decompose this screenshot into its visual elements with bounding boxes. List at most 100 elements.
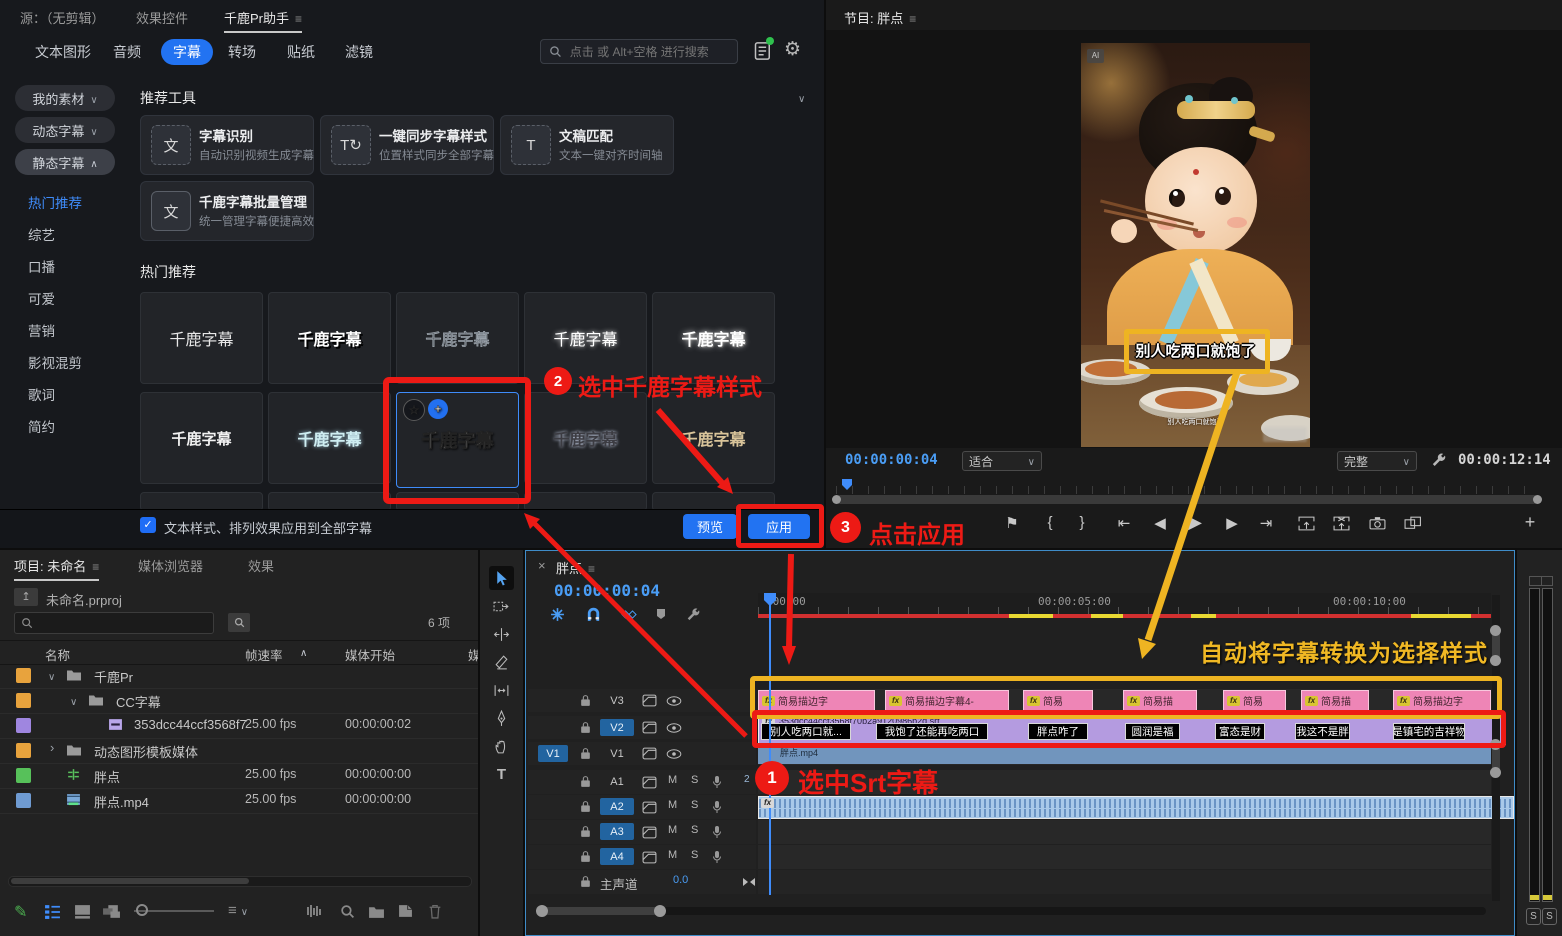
v-handle-2[interactable] — [1490, 655, 1501, 666]
solo-toggle[interactable]: S — [691, 799, 698, 811]
tab-media-browser[interactable]: 媒体浏览器 — [138, 556, 203, 575]
track-header-a1[interactable]: A1 M S 2 — [528, 770, 756, 794]
style-clip[interactable]: fx简易描边字 — [758, 690, 875, 711]
comparison-view-icon[interactable] — [1404, 516, 1422, 530]
tool-card-script-match[interactable]: T 文稿匹配 文本一键对齐时间轴 — [500, 115, 674, 175]
snap-magnet-icon[interactable] — [586, 607, 601, 622]
style-card[interactable]: 千鹿字幕 — [140, 392, 263, 484]
tab-plugin[interactable]: 千鹿Pr助手 — [224, 8, 302, 33]
button-editor-plus-icon[interactable]: + — [1516, 512, 1544, 533]
icon-view-icon[interactable] — [74, 904, 91, 919]
sync-lock-icon[interactable] — [642, 801, 657, 814]
plugin-tab-audio[interactable]: 音频 — [113, 42, 141, 62]
subtitle-segment[interactable]: 圆润是福 — [1125, 723, 1180, 740]
subtitle-segment[interactable]: 我这不是胖 — [1295, 723, 1350, 740]
preview-button[interactable]: 预览 — [683, 514, 737, 539]
type-tool-icon[interactable]: T — [489, 762, 514, 786]
slip-tool-icon[interactable] — [489, 678, 514, 702]
tab-project[interactable]: 项目: 未命名 — [14, 556, 99, 581]
plugin-tab-filters[interactable]: 滤镜 — [345, 42, 373, 62]
favorite-star-icon[interactable]: ☆ — [403, 399, 425, 421]
style-card[interactable]: 千鹿字幕 — [652, 392, 775, 484]
project-row-video[interactable]: 胖点.mp4 25.00 fps 00:00:00:00 — [0, 788, 478, 814]
column-name[interactable]: 名称 — [45, 645, 70, 664]
timeline-h-thumb[interactable] — [540, 907, 660, 915]
lock-icon[interactable] — [580, 800, 591, 813]
style-clip[interactable]: fx简易 — [1023, 690, 1093, 711]
v-handle-3[interactable] — [1490, 739, 1501, 750]
step-forward-icon[interactable]: ▶ — [1218, 514, 1246, 532]
zoom-handle-left[interactable] — [536, 905, 548, 917]
track-header-v3[interactable]: V3 — [528, 689, 756, 712]
style-card[interactable]: 千鹿字幕 — [140, 292, 263, 384]
sort-options-icon[interactable]: ≡ — [228, 902, 248, 919]
tab-effect-controls[interactable]: 效果控件 — [136, 8, 188, 27]
task-list-button[interactable] — [753, 40, 773, 62]
track-name[interactable]: V1 — [600, 745, 634, 762]
tab-timeline-sequence[interactable]: 胖点 — [556, 558, 595, 581]
extract-icon[interactable] — [1333, 516, 1350, 531]
solo-button-left[interactable]: S — [1526, 908, 1541, 925]
track-lane-a3[interactable] — [758, 820, 1491, 844]
plugin-tab-stickers[interactable]: 贴纸 — [287, 42, 315, 62]
delete-trash-icon[interactable] — [428, 904, 442, 919]
track-lane-a1[interactable] — [758, 770, 1491, 794]
lock-icon[interactable] — [580, 721, 591, 734]
play-button-icon[interactable]: ▶ — [1181, 512, 1209, 533]
find-icon[interactable] — [340, 904, 355, 919]
lock-icon[interactable] — [580, 747, 591, 760]
label-swatch[interactable] — [16, 693, 31, 708]
subtitle-segment[interactable]: 我饱了还能再吃两口 — [876, 723, 988, 740]
keyframe-nav-icon[interactable] — [742, 877, 756, 887]
label-swatch[interactable] — [16, 718, 31, 733]
project-search-box[interactable] — [14, 612, 214, 634]
v-handle-4[interactable] — [1490, 767, 1501, 778]
project-breadcrumb[interactable]: 未命名.prproj — [46, 590, 122, 609]
label-swatch[interactable] — [16, 668, 31, 683]
freeform-view-icon[interactable] — [102, 904, 121, 919]
track-name[interactable]: A1 — [600, 773, 634, 790]
column-media-start[interactable]: 媒体开始 — [345, 645, 395, 664]
search-bin-icon[interactable] — [228, 613, 250, 632]
column-truncated[interactable]: 媒 — [468, 645, 478, 664]
list-view-icon[interactable] — [44, 904, 61, 919]
zoom-level-select[interactable]: 适合 — [962, 451, 1042, 471]
sidebar-item-minimal[interactable]: 简约 — [28, 416, 55, 436]
ripple-edit-tool-icon[interactable] — [489, 622, 514, 646]
horizontal-scrollbar[interactable] — [8, 876, 472, 887]
track-header-a4[interactable]: A4 M S — [528, 845, 756, 869]
master-level-value[interactable]: 0.0 — [673, 874, 688, 886]
tab-program-monitor[interactable]: 节目: 胖点 — [844, 8, 916, 31]
lock-icon[interactable] — [580, 825, 591, 838]
subtitle-segment[interactable]: 别人吃两口就... — [761, 723, 851, 740]
subtitle-segment[interactable]: 是镇宅的吉祥物 — [1393, 723, 1465, 740]
project-search-input[interactable] — [38, 615, 202, 631]
source-patch-v1[interactable]: V1 — [538, 745, 568, 762]
solo-toggle[interactable]: S — [691, 774, 698, 786]
new-bin-icon[interactable] — [368, 905, 385, 918]
program-scrollbar[interactable] — [836, 495, 1538, 504]
collapsed-chevron-icon[interactable] — [50, 740, 54, 755]
style-card[interactable]: 千鹿字幕 — [268, 392, 391, 484]
tab-source-monitor[interactable]: 源：（无剪辑） — [20, 8, 105, 27]
add-style-icon[interactable]: + — [428, 399, 448, 419]
sidebar-item-cute[interactable]: 可爱 — [28, 288, 55, 308]
solo-toggle[interactable]: S — [691, 824, 698, 836]
lock-icon[interactable] — [580, 850, 591, 863]
sync-lock-icon[interactable] — [642, 776, 657, 789]
export-frame-camera-icon[interactable] — [1369, 516, 1386, 530]
sidebar-item-variety[interactable]: 综艺 — [28, 224, 55, 244]
tool-card-sync-style[interactable]: T↻ 一键同步字幕样式 位置样式同步全部字幕 — [320, 115, 494, 175]
project-row-mogrt-bin[interactable]: 动态图形模板媒体 — [0, 738, 478, 764]
program-video[interactable]: AI 别人吃两口就饱了 别人吃两口就饱了 — [1081, 43, 1310, 447]
tool-card-batch-manage[interactable]: 文 千鹿字幕批量管理 统一管理字幕便捷高效 — [140, 181, 314, 241]
style-clip[interactable]: fx简易描 — [1301, 690, 1369, 711]
track-header-v2[interactable]: V2 — [528, 716, 756, 739]
track-visibility-eye-icon[interactable] — [666, 696, 682, 706]
audio-clip-a2[interactable]: fx — [758, 796, 1514, 819]
sidebar-item-talking[interactable]: 口播 — [28, 256, 55, 276]
add-marker-icon[interactable]: ⚑ — [998, 514, 1026, 532]
track-header-a3[interactable]: A3 M S — [528, 820, 756, 844]
zoom-slider-handle[interactable] — [136, 904, 148, 916]
column-fps[interactable]: 帧速率 — [245, 645, 283, 664]
